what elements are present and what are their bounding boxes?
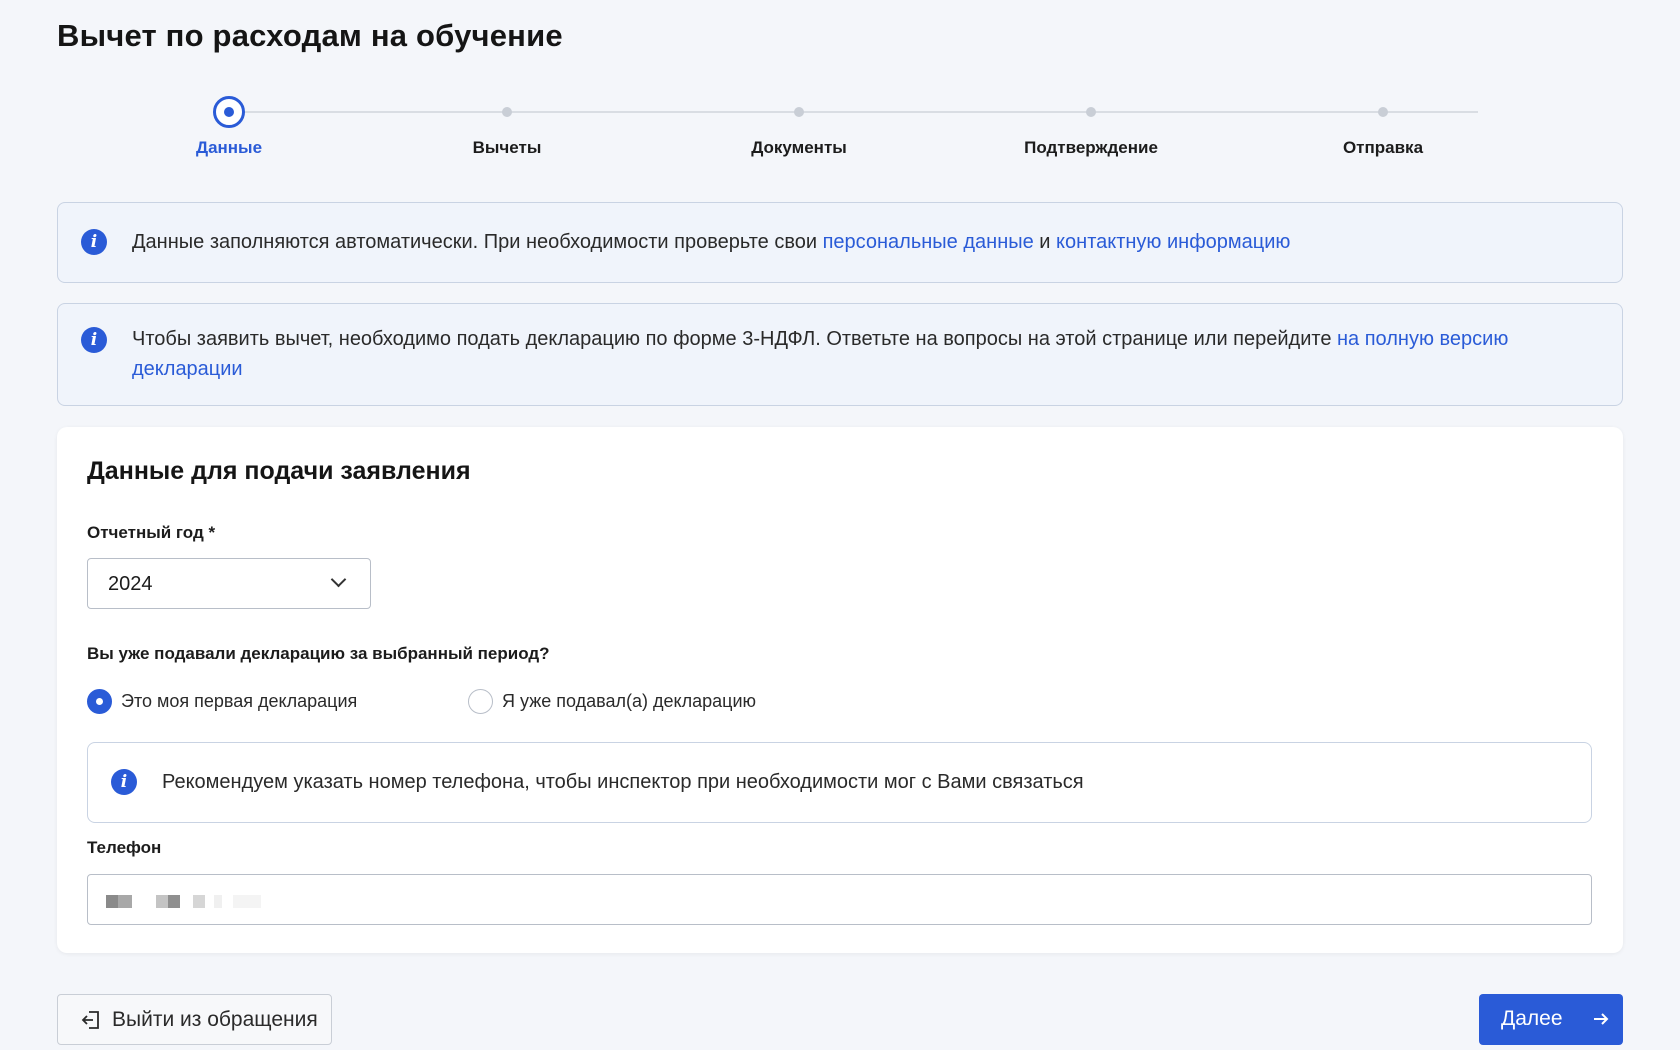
radio-already-filed[interactable]: Я уже подавал(а) декларацию [468, 687, 756, 715]
contact-info-link[interactable]: контактную информацию [1056, 231, 1290, 253]
info-joiner: и [1033, 231, 1057, 253]
redacted-block [106, 895, 118, 908]
info-text: Чтобы заявить вычет, необходимо подать д… [132, 328, 1337, 350]
redacted-block [233, 895, 261, 908]
redacted-block [156, 895, 168, 908]
application-form-card: Данные для подачи заявления Отчетный год… [57, 427, 1623, 953]
info-icon: i [111, 769, 137, 795]
stepper: Данные Вычеты Документы Подтверждение От… [16, 96, 1664, 166]
card-title: Данные для подачи заявления [87, 457, 471, 485]
next-button[interactable]: Далее [1479, 994, 1623, 1045]
step-label: Документы [751, 138, 847, 157]
step-dot [1086, 107, 1096, 117]
step-dot [502, 107, 512, 117]
exit-icon [81, 1011, 99, 1029]
phone-hint-text: Рекомендуем указать номер телефона, чтоб… [162, 771, 1084, 793]
step-label: Отправка [1342, 138, 1424, 157]
step-dot-active [213, 96, 245, 128]
phone-hint-banner: i Рекомендуем указать номер телефона, чт… [87, 742, 1592, 823]
personal-data-link[interactable]: персональные данные [823, 231, 1034, 253]
year-select-value: 2024 [108, 573, 153, 595]
step-dot [1378, 107, 1388, 117]
next-label: Далее [1501, 1007, 1563, 1030]
info-icon: i [81, 229, 107, 255]
page-title: Вычет по расходам на обучение [57, 18, 563, 53]
year-label: Отчетный год * [87, 523, 216, 542]
step-label: Подтверждение [1024, 138, 1158, 157]
phone-label: Телефон [87, 838, 162, 857]
redacted-block [168, 895, 180, 908]
arrow-right-icon [1594, 1013, 1609, 1025]
step-label: Вычеты [472, 138, 542, 157]
prior-declaration-radio-group: Это моя первая декларация Я уже подавал(… [87, 687, 887, 715]
info-icon: i [81, 327, 107, 353]
radio-label: Это моя первая декларация [121, 690, 358, 711]
info-text: Данные заполняются автоматически. При не… [132, 231, 823, 253]
radio-first-declaration[interactable]: Это моя первая декларация [87, 687, 357, 715]
chevron-down-icon [330, 571, 347, 588]
step-dot [794, 107, 804, 117]
exit-button[interactable]: Выйти из обращения [57, 994, 332, 1045]
info-banner-autofill: i Данные заполняются автоматически. При … [57, 202, 1623, 283]
redacted-block [118, 895, 132, 908]
year-select[interactable]: 2024 [87, 558, 371, 609]
exit-label: Выйти из обращения [112, 1008, 318, 1031]
redacted-block [214, 895, 222, 908]
radio-checked-icon[interactable] [87, 688, 112, 714]
radio-unchecked-icon[interactable] [468, 688, 493, 714]
prior-declaration-question: Вы уже подавали декларацию за выбранный … [87, 644, 550, 663]
step-label: Данные [195, 138, 263, 157]
page: Вычет по расходам на обучение Данные Выч… [16, 0, 1664, 1050]
info-banner-text: Данные заполняются автоматически. При не… [132, 227, 1592, 257]
stepper-line [228, 111, 1478, 113]
radio-label: Я уже подавал(а) декларацию [502, 690, 756, 711]
info-banner-declaration: i Чтобы заявить вычет, необходимо подать… [57, 303, 1623, 406]
info-banner-text: Чтобы заявить вычет, необходимо подать д… [132, 324, 1602, 384]
redacted-block [193, 895, 205, 908]
phone-input[interactable] [87, 874, 1592, 925]
